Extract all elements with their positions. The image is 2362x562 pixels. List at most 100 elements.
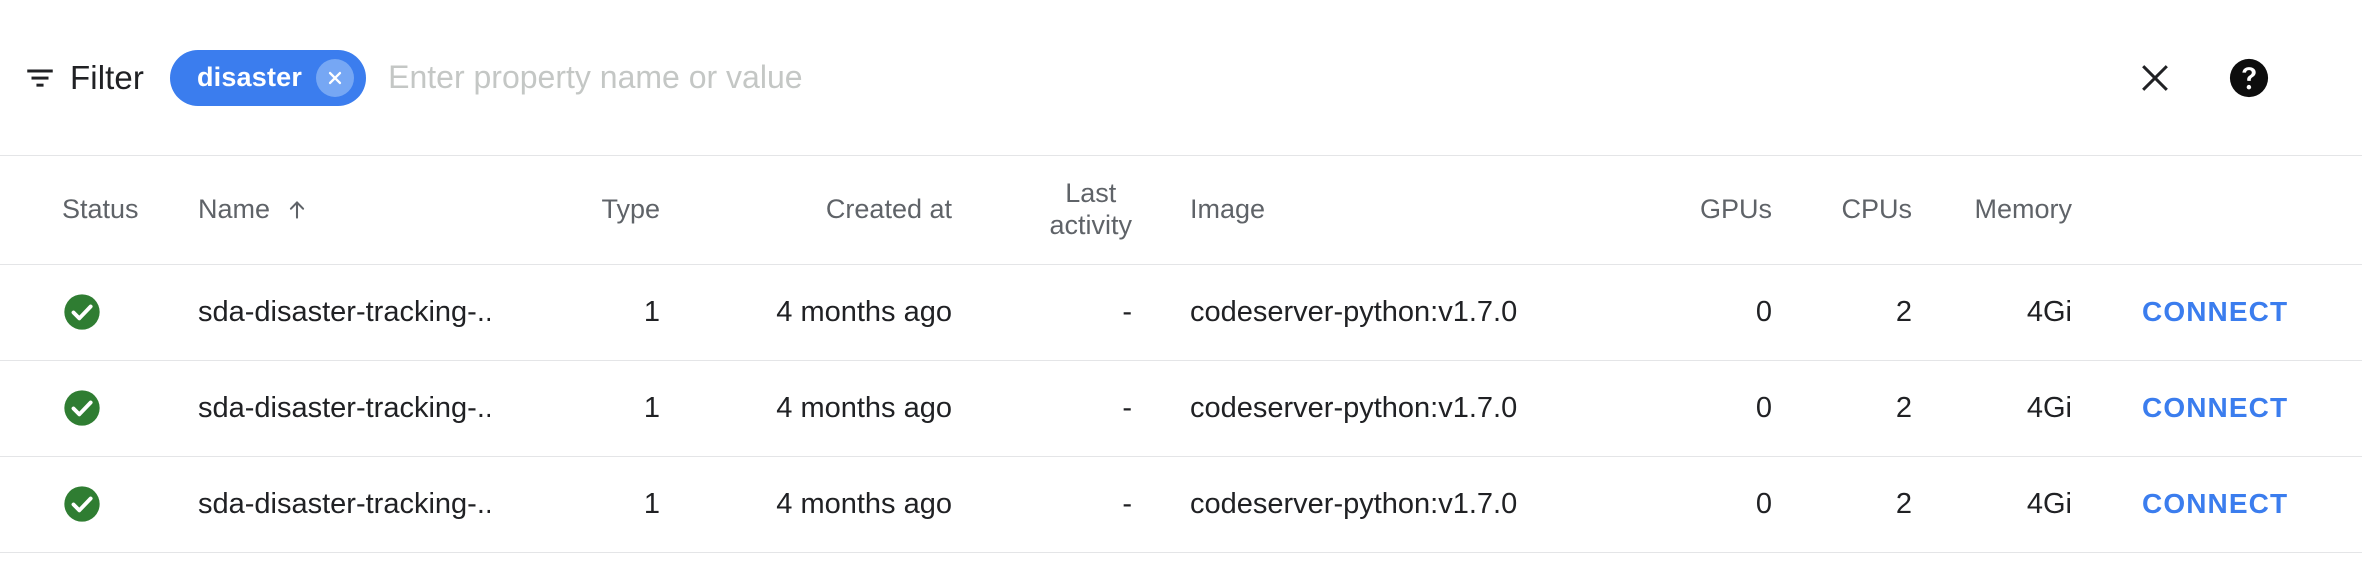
cell-name[interactable]: sda-disaster-tracking-... — [160, 360, 490, 457]
filter-chip-label: disaster — [196, 62, 303, 92]
check-circle-icon — [62, 484, 102, 524]
connect-button[interactable]: CONNECT — [2142, 488, 2288, 519]
cell-name[interactable]: sda-disaster-tracking-... — [160, 456, 490, 553]
workspace-name: sda-disaster-tracking-... — [198, 391, 490, 424]
workspace-gpus: 0 — [1755, 295, 1772, 328]
cell-last-activity: - — [970, 264, 1150, 361]
connect-button[interactable]: CONNECT — [2142, 392, 2288, 423]
check-circle-icon — [62, 292, 102, 332]
cell-image: codeserver-python:v1.7.0 — [1150, 360, 1620, 457]
table-row[interactable]: sda-disaster-tracking-... 1 4 months ago - c… — [0, 456, 2362, 553]
help-circle-icon[interactable] — [2224, 53, 2274, 103]
toolbar-actions — [2130, 53, 2274, 103]
arrow-up-icon — [284, 197, 310, 223]
table-body: sda-disaster-tracking-... 1 4 months ago - c… — [0, 264, 2362, 553]
column-header-stop — [2350, 156, 2362, 265]
cell-stop — [2350, 360, 2362, 457]
column-header-status-label: Status — [62, 193, 139, 224]
workspace-type: 1 — [643, 295, 660, 328]
workspace-gpus: 0 — [1755, 391, 1772, 424]
filter-label: Filter — [70, 58, 144, 96]
cell-created-at: 4 months ago — [680, 456, 970, 553]
column-header-name-label: Name — [198, 193, 271, 224]
cell-status — [0, 456, 160, 553]
workspace-memory: 4Gi — [2026, 391, 2072, 424]
cell-cpus: 2 — [1800, 456, 1940, 553]
workspaces-table: Status Name Type Created at Last activit… — [0, 156, 2362, 553]
column-header-last-activity-label-line2: activity — [1049, 209, 1132, 240]
workspace-name: sda-disaster-tracking-... — [198, 487, 490, 520]
workspace-image: codeserver-python:v1.7.0 — [1190, 487, 1518, 520]
column-header-cpus[interactable]: CPUs — [1800, 156, 1940, 265]
cell-type: 1 — [490, 360, 680, 457]
column-header-created-at-label: Created at — [825, 193, 952, 224]
close-icon[interactable] — [2130, 53, 2180, 103]
workspace-image: codeserver-python:v1.7.0 — [1190, 391, 1518, 424]
workspace-created-at: 4 months ago — [776, 487, 952, 520]
column-header-created-at[interactable]: Created at — [680, 156, 970, 265]
workspace-type: 1 — [643, 487, 660, 520]
column-header-type[interactable]: Type — [490, 156, 680, 265]
cell-stop — [2350, 264, 2362, 361]
column-header-image[interactable]: Image — [1150, 156, 1620, 265]
status-badge — [62, 292, 160, 332]
column-header-gpus-label: GPUs — [1699, 193, 1772, 224]
workspace-memory: 4Gi — [2026, 295, 2072, 328]
cell-status — [0, 360, 160, 457]
cell-image: codeserver-python:v1.7.0 — [1150, 456, 1620, 553]
check-circle-icon — [62, 388, 102, 428]
workspace-last-activity: - — [1122, 295, 1132, 328]
column-header-cpus-label: CPUs — [1841, 193, 1912, 224]
workspace-gpus: 0 — [1755, 487, 1772, 520]
column-header-connect — [2100, 156, 2350, 265]
cell-cpus: 2 — [1800, 264, 1940, 361]
column-header-memory-label: Memory — [1974, 193, 2072, 224]
cell-type: 1 — [490, 456, 680, 553]
column-header-last-activity[interactable]: Last activity — [970, 156, 1150, 265]
workspace-memory: 4Gi — [2026, 487, 2072, 520]
cell-last-activity: - — [970, 360, 1150, 457]
workspace-image: codeserver-python:v1.7.0 — [1190, 295, 1518, 328]
cell-memory: 4Gi — [1940, 360, 2100, 457]
column-header-last-activity-label-line1: Last — [1065, 177, 1117, 208]
chip-close-icon[interactable] — [316, 58, 355, 97]
workspace-created-at: 4 months ago — [776, 295, 952, 328]
cell-last-activity: - — [970, 456, 1150, 553]
workspace-name: sda-disaster-tracking-... — [198, 295, 490, 328]
filter-toolbar: Filter disaster — [0, 0, 2362, 155]
cell-created-at: 4 months ago — [680, 360, 970, 457]
cell-connect: CONNECT — [2100, 264, 2350, 361]
column-header-status[interactable]: Status — [0, 156, 160, 265]
cell-created-at: 4 months ago — [680, 264, 970, 361]
workspaces-page: Filter disaster Enter property name or v… — [0, 0, 2362, 562]
column-header-type-label: Type — [601, 193, 660, 224]
workspace-cpus: 2 — [1895, 487, 1912, 520]
workspace-created-at: 4 months ago — [776, 391, 952, 424]
column-header-name[interactable]: Name — [160, 156, 490, 265]
cell-gpus: 0 — [1620, 264, 1800, 361]
filter-input[interactable] — [388, 49, 2110, 106]
filter-chip-disaster[interactable]: disaster — [169, 49, 367, 106]
column-header-image-label: Image — [1190, 193, 1266, 224]
table-row[interactable]: sda-disaster-tracking-... 1 4 months ago - c… — [0, 264, 2362, 361]
workspace-cpus: 2 — [1895, 391, 1912, 424]
cell-connect: CONNECT — [2100, 456, 2350, 553]
workspace-cpus: 2 — [1895, 295, 1912, 328]
table-header-row: Status Name Type Created at Last activit… — [0, 156, 2362, 265]
cell-type: 1 — [490, 264, 680, 361]
cell-status — [0, 264, 160, 361]
cell-memory: 4Gi — [1940, 456, 2100, 553]
cell-gpus: 0 — [1620, 456, 1800, 553]
filter-list-icon — [22, 60, 58, 96]
table-row[interactable]: sda-disaster-tracking-... 1 4 months ago - c… — [0, 360, 2362, 457]
column-header-memory[interactable]: Memory — [1940, 156, 2100, 265]
cell-stop — [2350, 456, 2362, 553]
connect-button[interactable]: CONNECT — [2142, 296, 2288, 327]
workspace-last-activity: - — [1122, 391, 1132, 424]
workspace-type: 1 — [643, 391, 660, 424]
status-badge — [62, 484, 160, 524]
column-header-gpus[interactable]: GPUs — [1620, 156, 1800, 265]
status-badge — [62, 388, 160, 428]
cell-name[interactable]: sda-disaster-tracking-... — [160, 264, 490, 361]
cell-gpus: 0 — [1620, 360, 1800, 457]
